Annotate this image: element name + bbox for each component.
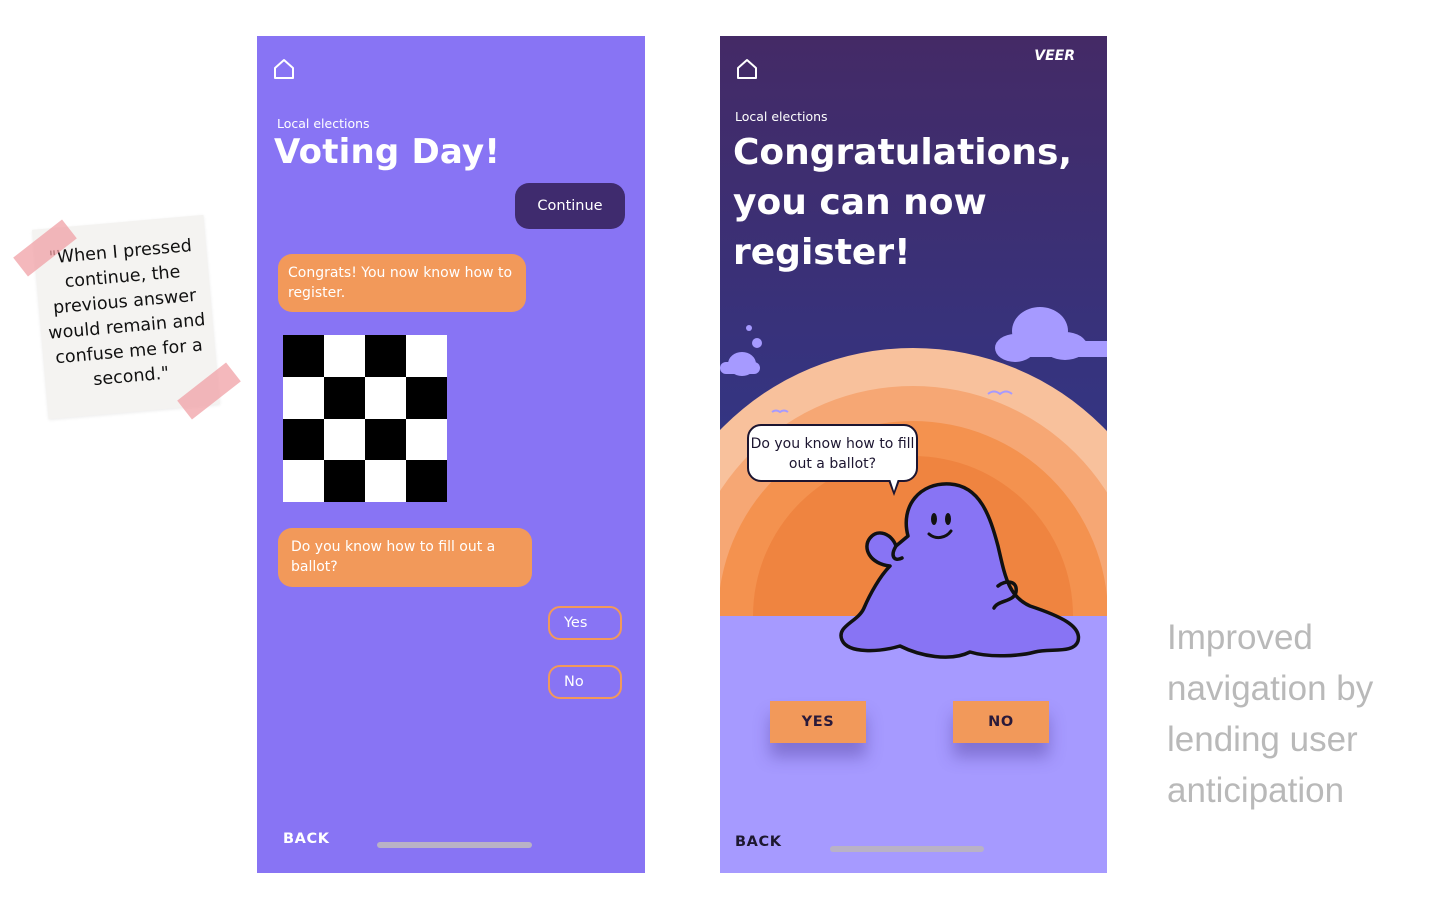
cloud-right <box>995 307 1107 362</box>
phone-screen-after: VEER Local elections Congratulations, yo… <box>720 36 1107 873</box>
page-title: Voting Day! <box>274 132 501 172</box>
home-indicator <box>377 842 532 848</box>
speech-bubble-tail-fill <box>890 479 898 491</box>
ghost-mascot <box>839 482 1081 659</box>
bubble-dot <box>752 338 762 348</box>
user-quote-text: "When I pressed continue, the previous a… <box>47 236 207 391</box>
chat-message-question: Do you know how to fill out a ballot? <box>278 528 532 587</box>
yes-button[interactable]: YES <box>770 701 866 743</box>
bubble-dot <box>746 325 752 331</box>
continue-button[interactable]: Continue <box>515 183 625 229</box>
cloud-left <box>720 352 760 376</box>
improvement-caption: Improved navigation by lending user anti… <box>1167 618 1374 810</box>
section-eyebrow: Local elections <box>277 116 370 131</box>
no-button[interactable]: No <box>548 665 622 699</box>
home-indicator <box>830 846 984 852</box>
no-button[interactable]: NO <box>953 701 1049 743</box>
checkerboard-image <box>283 335 447 502</box>
chat-message-congrats: Congrats! You now know how to register. <box>278 254 526 312</box>
home-icon[interactable] <box>271 56 297 82</box>
yes-button[interactable]: Yes <box>548 606 622 640</box>
speech-bubble: Do you know how to fill out a ballot? <box>747 424 918 482</box>
phone-screen-before: Local elections Voting Day! Continue Con… <box>257 36 645 873</box>
back-button[interactable]: BACK <box>735 834 782 850</box>
back-button[interactable]: BACK <box>283 831 330 847</box>
